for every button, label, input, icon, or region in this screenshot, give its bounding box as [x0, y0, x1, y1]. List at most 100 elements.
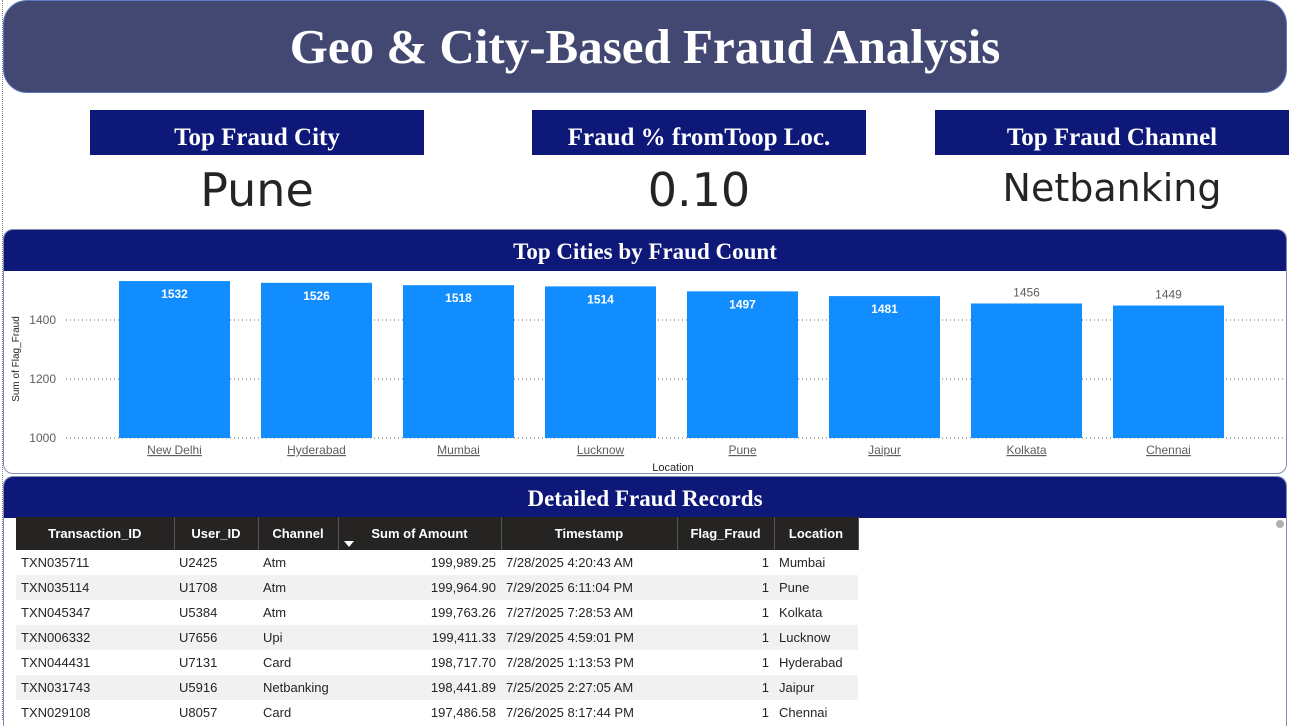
x-tick-label[interactable]: Kolkata [1006, 443, 1046, 457]
table-cell: 197,486.58 [430, 705, 496, 720]
bar[interactable] [261, 282, 372, 438]
kpi-label: Top Fraud City [90, 110, 424, 155]
bar[interactable] [829, 296, 940, 438]
table-cell: Kolkata [779, 605, 823, 620]
table-cell: Atm [258, 575, 338, 600]
table-cell: Atm [263, 605, 287, 620]
y-tick-label: 1200 [29, 372, 56, 386]
table-cell: 199,763.26 [430, 605, 496, 620]
table-cell: U7131 [179, 655, 218, 670]
kpi-label: Fraud % fromToop Loc. [532, 110, 866, 155]
table-cell: Jaipur [774, 675, 858, 700]
y-tick-label: 1000 [29, 431, 56, 445]
data-label: 1481 [871, 302, 898, 316]
x-tick-label[interactable]: Mumbai [437, 443, 480, 457]
x-axis-label: Location [652, 462, 694, 473]
table-cell: TXN031743 [16, 675, 174, 700]
table-cell: TXN035711 [21, 555, 90, 570]
table-cell: TXN045347 [21, 605, 91, 620]
table-cell: 1 [677, 675, 774, 700]
bar[interactable] [687, 291, 798, 438]
y-axis-label: Sum of Flag_Fraud [11, 316, 22, 402]
scrollbar-thumb[interactable] [1276, 520, 1284, 528]
table-cell: Upi [258, 625, 338, 650]
table-cell: U8057 [179, 705, 218, 720]
column-header-label: Location [788, 526, 844, 541]
table-title: Detailed Fraud Records [4, 477, 1286, 518]
x-tick-label[interactable]: New Delhi [147, 443, 202, 457]
table-row[interactable]: TXN044431 U7131 Card 198,717.70 7/28/2025 1:… [16, 650, 858, 675]
table-cell: Chennai [779, 705, 828, 720]
table-cell: 1 [761, 705, 769, 720]
bar[interactable] [545, 286, 656, 438]
table-cell: Netbanking [258, 675, 338, 700]
column-header[interactable]: Location [774, 517, 859, 550]
data-label: 1518 [445, 291, 472, 305]
table-cell: 198,441.89 [338, 675, 501, 700]
table-cell: Pune [774, 575, 858, 600]
kpi-card-fraud-percent[interactable]: Fraud % fromToop Loc. 0.10 [532, 110, 866, 225]
kpi-value: Pune [200, 163, 314, 217]
sort-descending-icon[interactable] [343, 541, 354, 547]
bar[interactable] [971, 303, 1082, 438]
chart-panel[interactable]: Top Cities by Fraud Count 1000 1200 1400 Su… [3, 229, 1287, 474]
x-tick-label[interactable]: Lucknow [577, 443, 625, 457]
table-cell: 199,964.90 [338, 575, 501, 600]
table-row[interactable]: TXN006332 U7656 Upi 199,411.33 7/29/2025 4:5… [16, 625, 858, 650]
column-header-label: Flag_Fraud [690, 526, 761, 541]
table-cell: TXN029108 [21, 705, 91, 720]
column-header[interactable]: Transaction_ID [16, 517, 175, 550]
table-cell: 1 [761, 655, 769, 670]
table-row[interactable]: TXN035114 U1708 Atm 199,964.90 7/29/2025 6:1… [16, 575, 858, 600]
column-header[interactable]: Channel [258, 517, 339, 550]
bar[interactable] [119, 281, 230, 438]
column-header[interactable]: Sum of Amount [338, 517, 502, 550]
column-header-label: Transaction_ID [48, 526, 142, 541]
table-panel[interactable]: Detailed Fraud Records Transaction_ID Use… [3, 476, 1287, 726]
data-label: 1497 [729, 297, 756, 311]
table-cell: Card [263, 705, 292, 720]
table-cell: 1 [761, 605, 769, 620]
data-label: 1526 [303, 289, 330, 303]
table-cell: 7/25/2025 2:27:05 AM [501, 675, 677, 700]
data-label: 1449 [1155, 288, 1182, 302]
table-cell: Hyderabad [779, 655, 843, 670]
table-cell: U5916 [174, 675, 258, 700]
table-cell: 7/29/2025 4:59:01 PM [501, 625, 677, 650]
table-row[interactable]: TXN045347 U5384 Atm 199,763.26 7/27/2025 7:2… [16, 600, 858, 625]
kpi-value: 0.10 [647, 163, 751, 217]
x-tick-label[interactable]: Chennai [1146, 443, 1191, 457]
bar[interactable] [403, 285, 514, 438]
data-label: 1514 [587, 292, 614, 306]
kpi-label: Top Fraud Channel [935, 110, 1289, 155]
table-cell: TXN044431 [21, 655, 91, 670]
table-cell: 199,989.25 [430, 555, 496, 570]
column-header[interactable]: Flag_Fraud [677, 517, 775, 550]
x-tick-label[interactable]: Hyderabad [287, 443, 346, 457]
kpi-card-top-fraud-city[interactable]: Top Fraud City Pune [90, 110, 424, 225]
table-cell: Lucknow [774, 625, 858, 650]
chart-title: Top Cities by Fraud Count [4, 230, 1286, 271]
fraud-records-table[interactable]: Transaction_ID User_ID Channel Sum of Amoun… [16, 517, 859, 725]
table-row[interactable]: TXN031743 U5916 Netbanking 198,441.89 7/25/2… [16, 675, 858, 700]
x-tick-label[interactable]: Pune [728, 443, 756, 457]
data-label: 1532 [161, 287, 188, 301]
table-cell: 7/28/2025 1:13:53 PM [506, 655, 634, 670]
x-tick-label[interactable]: Jaipur [868, 443, 901, 457]
column-header[interactable]: User_ID [174, 517, 259, 550]
kpi-card-top-fraud-channel[interactable]: Top Fraud Channel Netbanking [935, 110, 1289, 221]
table-cell: U7656 [174, 625, 258, 650]
table-row[interactable]: TXN029108 U8057 Card 197,486.58 7/26/2025 8:… [16, 700, 858, 725]
table-row[interactable]: TXN035711 U2425 Atm 199,989.25 7/28/2025 4:2… [16, 550, 858, 575]
bar[interactable] [1113, 305, 1224, 438]
table-cell: Card [263, 655, 292, 670]
table-cell: 1 [677, 625, 774, 650]
table-cell: 7/29/2025 6:11:04 PM [501, 575, 677, 600]
column-header[interactable]: Timestamp [501, 517, 678, 550]
table-cell: 199,411.33 [338, 625, 501, 650]
table-cell: 7/26/2025 8:17:44 PM [506, 705, 634, 720]
table-cell: Mumbai [779, 555, 826, 570]
kpi-value: Netbanking [1002, 166, 1222, 210]
column-header-label: Channel [272, 526, 324, 541]
bar-chart[interactable]: 1000 1200 1400 Sum of Flag_Fraud 1532 New Del… [4, 271, 1286, 473]
